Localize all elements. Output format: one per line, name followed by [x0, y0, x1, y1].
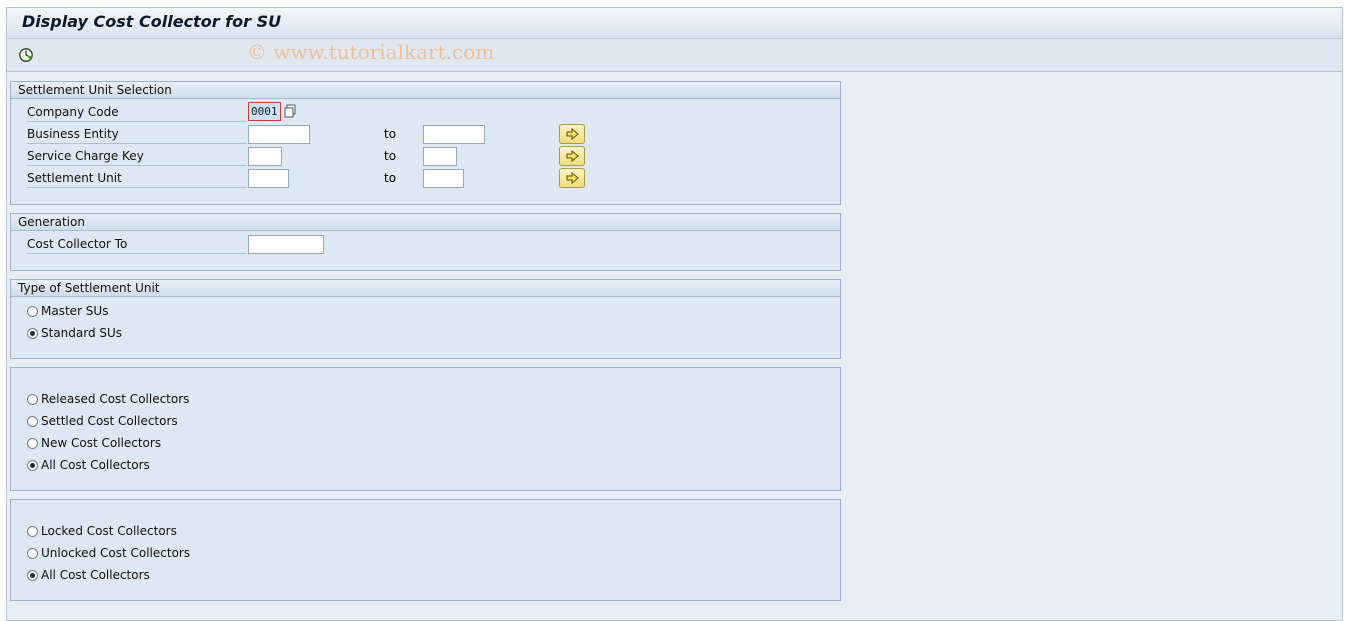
radio-master-sus[interactable]: Master SUs — [27, 302, 108, 320]
radio-released-cost-collectors[interactable]: Released Cost Collectors — [27, 390, 189, 408]
multiple-selection-button[interactable] — [559, 146, 585, 166]
radio-all-cost-collectors[interactable]: All Cost Collectors — [27, 456, 150, 474]
radio-button[interactable] — [27, 415, 38, 427]
cost-collector-to-field[interactable] — [248, 235, 324, 254]
settlement-unit-selection-group: Settlement Unit Selection Company Code 0… — [10, 81, 841, 205]
type-of-settlement-unit-group: Type of Settlement Unit Master SUs Stand… — [10, 279, 841, 359]
cost-collector-to-label: Cost Collector To — [27, 234, 247, 254]
multiple-selection-button[interactable] — [559, 168, 585, 188]
radio-label: Master SUs — [41, 304, 109, 318]
radio-label: Released Cost Collectors — [41, 392, 190, 406]
radio-unlocked-cost-collectors[interactable]: Unlocked Cost Collectors — [27, 544, 190, 562]
watermark-text: © www.tutorialkart.com — [247, 40, 495, 64]
arrow-right-icon — [566, 172, 579, 184]
radio-locked-cost-collectors[interactable]: Locked Cost Collectors — [27, 522, 177, 540]
radio-label: All Cost Collectors — [41, 568, 150, 582]
settlement-unit-label: Settlement Unit — [27, 168, 247, 188]
page-title: Display Cost Collector for SU — [22, 12, 282, 31]
settlement-unit-to-field[interactable] — [423, 169, 464, 188]
execute-icon[interactable] — [18, 47, 34, 63]
arrow-right-icon — [566, 150, 579, 162]
radio-all-cost-collectors-lock[interactable]: All Cost Collectors — [27, 566, 150, 584]
company-code-label: Company Code — [27, 102, 247, 122]
radio-button[interactable] — [27, 459, 38, 471]
generation-group: Generation Cost Collector To — [10, 213, 841, 271]
radio-button[interactable] — [27, 327, 38, 339]
radio-new-cost-collectors[interactable]: New Cost Collectors — [27, 434, 161, 452]
business-entity-from-field[interactable] — [248, 125, 310, 144]
radio-button[interactable] — [27, 525, 38, 537]
application-toolbar: © www.tutorialkart.com — [7, 39, 1342, 72]
group-header: Generation — [11, 214, 840, 231]
radio-button[interactable] — [27, 569, 38, 581]
service-charge-key-label: Service Charge Key — [27, 146, 247, 166]
radio-label: Locked Cost Collectors — [41, 524, 177, 538]
business-entity-label: Business Entity — [27, 124, 247, 144]
radio-standard-sus[interactable]: Standard SUs — [27, 324, 122, 342]
value-help-icon[interactable] — [283, 103, 298, 119]
radio-label: Settled Cost Collectors — [41, 414, 178, 428]
multiple-selection-button[interactable] — [559, 124, 585, 144]
radio-button[interactable] — [27, 547, 38, 559]
business-entity-to-field[interactable] — [423, 125, 485, 144]
cost-collector-status-group: Released Cost Collectors Settled Cost Co… — [10, 367, 841, 491]
radio-label: All Cost Collectors — [41, 458, 150, 472]
arrow-right-icon — [566, 128, 579, 140]
radio-settled-cost-collectors[interactable]: Settled Cost Collectors — [27, 412, 178, 430]
radio-button[interactable] — [27, 437, 38, 449]
service-charge-key-from-field[interactable] — [248, 147, 282, 166]
company-code-field[interactable]: 0001 — [248, 102, 281, 121]
radio-label: Standard SUs — [41, 326, 123, 340]
group-header: Type of Settlement Unit — [11, 280, 840, 297]
title-bar: Display Cost Collector for SU — [7, 8, 1342, 39]
service-charge-key-to-field[interactable] — [423, 147, 457, 166]
group-header: Settlement Unit Selection — [11, 82, 840, 99]
to-label: to — [384, 127, 397, 141]
to-label: to — [384, 149, 397, 163]
radio-button[interactable] — [27, 305, 38, 317]
cost-collector-lock-group: Locked Cost Collectors Unlocked Cost Col… — [10, 499, 841, 601]
radio-button[interactable] — [27, 393, 38, 405]
main-window: Display Cost Collector for SU © www.tuto… — [6, 7, 1343, 621]
to-label: to — [384, 171, 397, 185]
settlement-unit-from-field[interactable] — [248, 169, 289, 188]
radio-label: New Cost Collectors — [41, 436, 162, 450]
radio-label: Unlocked Cost Collectors — [41, 546, 191, 560]
